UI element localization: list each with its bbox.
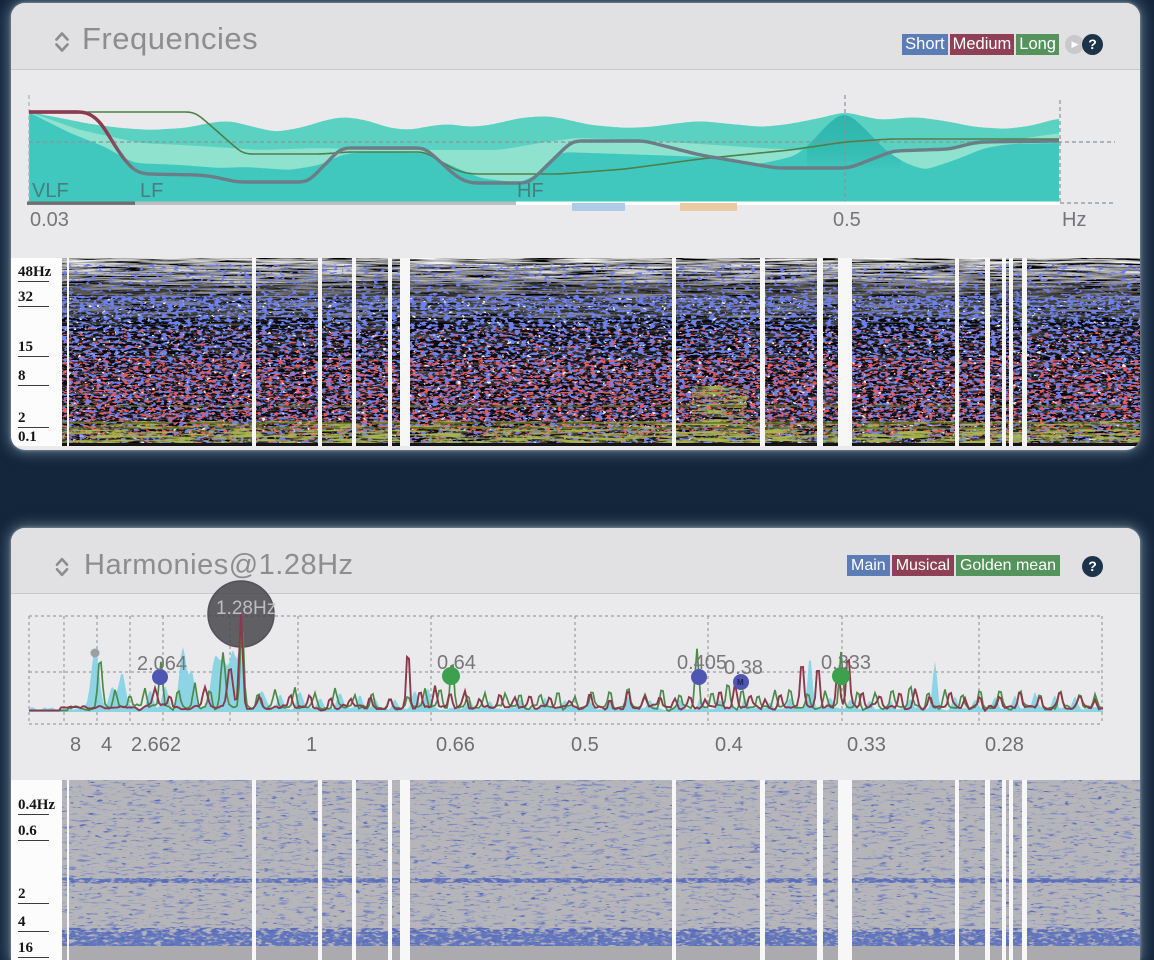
svg-text:0.5: 0.5 (833, 209, 861, 231)
svg-text:0.38: 0.38 (724, 657, 763, 679)
svg-text:0.03: 0.03 (30, 209, 69, 231)
svg-text:4: 4 (101, 734, 112, 756)
svg-text:2.064: 2.064 (137, 653, 187, 675)
svg-text:8: 8 (70, 734, 81, 756)
svg-text:0.28: 0.28 (985, 734, 1024, 756)
svg-text:0.4: 0.4 (715, 734, 743, 756)
svg-text:1: 1 (306, 734, 317, 756)
svg-text:0.64: 0.64 (437, 652, 476, 674)
svg-text:0.333: 0.333 (821, 652, 871, 674)
svg-text:VLF: VLF (32, 180, 69, 202)
svg-text:1.28Hz: 1.28Hz (216, 598, 276, 619)
svg-text:0.66: 0.66 (436, 734, 475, 756)
svg-text:LF: LF (140, 180, 163, 202)
svg-text:2.662: 2.662 (131, 734, 181, 756)
svg-text:0.5: 0.5 (571, 734, 599, 756)
svg-text:0.405: 0.405 (677, 652, 727, 674)
svg-text:M: M (737, 678, 744, 687)
svg-text:HF: HF (517, 180, 544, 202)
svg-text:Hz: Hz (1062, 209, 1086, 231)
svg-text:0.33: 0.33 (847, 734, 886, 756)
